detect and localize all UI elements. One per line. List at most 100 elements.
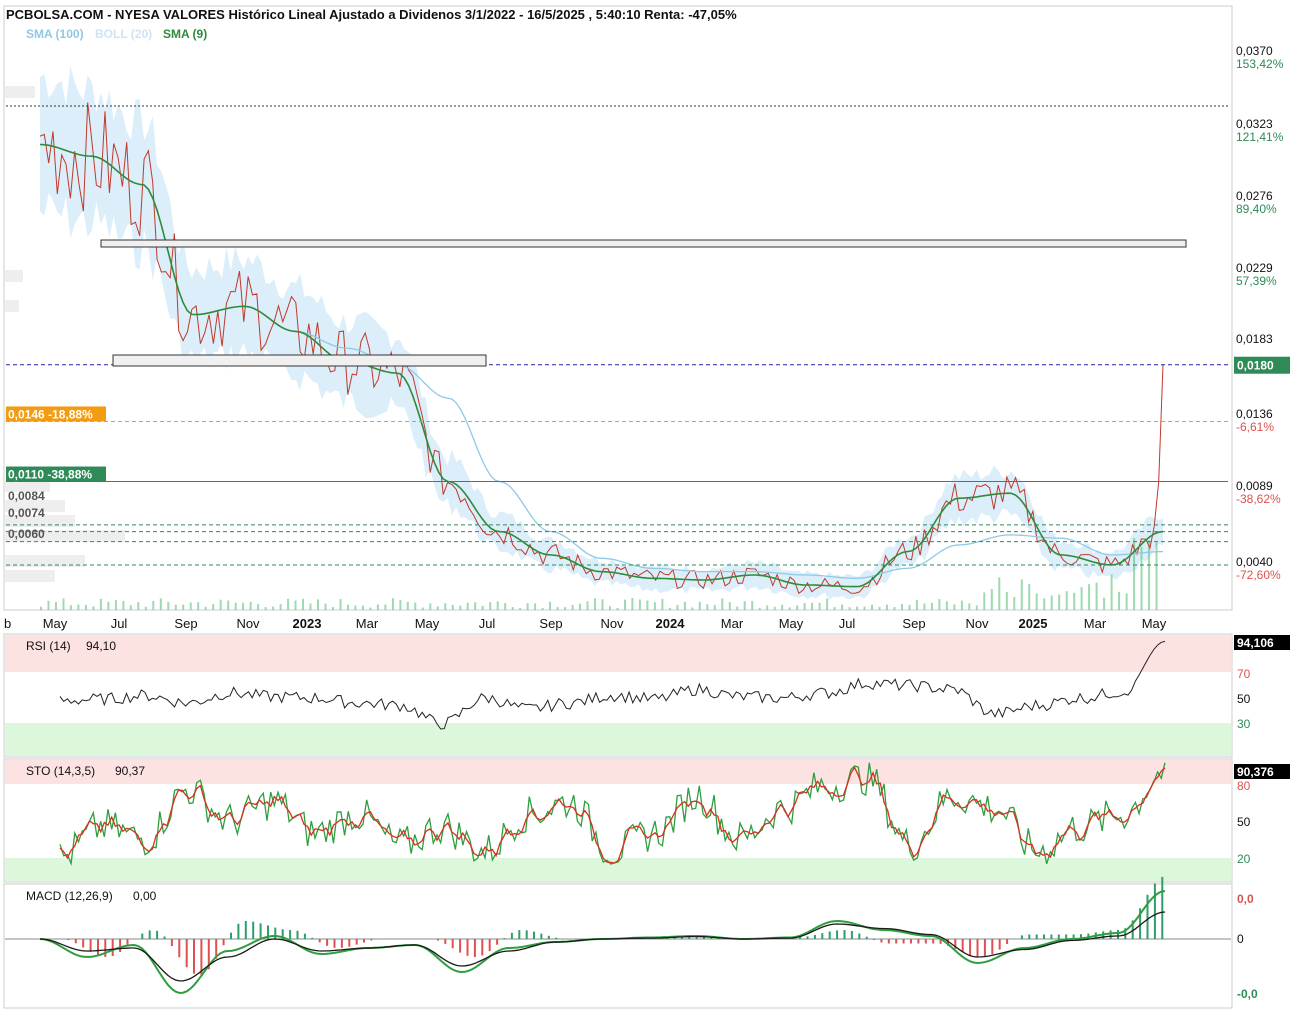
zone-rectangle-upper — [101, 240, 1186, 247]
macd-histogram-bar — [481, 939, 483, 956]
macd-histogram-bar — [866, 937, 868, 939]
volume-bar — [182, 605, 184, 610]
macd-histogram-bar — [814, 935, 816, 939]
volume-bar — [983, 593, 985, 611]
volume-bar — [834, 607, 836, 610]
volume-bar — [953, 604, 955, 610]
volume-bar — [923, 603, 925, 610]
volume-bar — [909, 605, 911, 610]
level-label: 0,0060 — [8, 527, 45, 541]
volume-bar — [354, 606, 356, 611]
rsi-level-50: 50 — [1237, 692, 1251, 706]
volume-bar — [901, 604, 903, 610]
volume-bar — [721, 599, 723, 611]
volume-bar — [594, 598, 596, 610]
macd-histogram-bar — [1110, 930, 1112, 939]
macd-histogram-bar — [341, 939, 343, 948]
macd-histogram-bar — [555, 938, 557, 939]
x-axis-label: 2024 — [656, 616, 686, 631]
macd-histogram-bar — [851, 931, 853, 939]
price-tick-pct: -72,60% — [1236, 568, 1281, 582]
volume-bar — [1141, 547, 1143, 610]
macd-histogram-bar — [200, 939, 202, 975]
volume-bar — [789, 607, 791, 610]
macd-histogram-bar — [511, 933, 513, 939]
x-axis-label: Jul — [479, 616, 496, 631]
macd-histogram-bar — [1161, 877, 1163, 939]
macd-histogram-bar — [223, 939, 225, 945]
price-tick-pct: -38,62% — [1236, 492, 1281, 506]
x-axis-label: Nov — [965, 616, 989, 631]
macd-histogram-bar — [1036, 935, 1038, 940]
volume-bar — [654, 602, 656, 610]
x-axis-label: Jul — [839, 616, 856, 631]
volume-bar — [347, 605, 349, 610]
macd-histogram-bar — [67, 939, 69, 940]
volume-bar — [661, 599, 663, 610]
volume-bar — [549, 602, 551, 610]
volume-bar — [998, 577, 1000, 610]
volume-bar — [1036, 593, 1038, 610]
macd-histogram-bar — [444, 939, 446, 944]
x-axis-label: 2025 — [1019, 616, 1048, 631]
price-tick-pct: 121,41% — [1236, 130, 1284, 144]
macd-histogram-bar — [1006, 939, 1008, 944]
macd-axis-top: 0,0 — [1237, 892, 1254, 906]
chart-title: PCBOLSA.COM - NYESA VALORES Histórico Li… — [6, 7, 737, 22]
volume-bar — [362, 606, 364, 610]
volume-bar — [197, 602, 199, 610]
volume-bar — [519, 608, 521, 610]
volume-bar — [1096, 583, 1098, 610]
volume-bar — [235, 603, 237, 610]
macd-histogram-bar — [356, 939, 358, 945]
volume-bar — [175, 605, 177, 610]
volume-bar — [781, 605, 783, 610]
macd-histogram-bar — [90, 939, 92, 952]
macd-histogram-bar — [156, 931, 158, 939]
macd-histogram-bar — [496, 939, 498, 945]
volume-bar — [220, 600, 222, 610]
volume-bar — [557, 607, 559, 610]
volume-bar — [1118, 592, 1120, 610]
x-axis-label: Jul — [111, 616, 128, 631]
macd-histogram-bar — [319, 939, 321, 942]
volume-bar — [646, 601, 648, 611]
volume-bar — [414, 603, 416, 610]
macd-histogram-bar — [540, 934, 542, 939]
volume-bar — [287, 599, 289, 610]
last-price-label: 0,0180 — [1237, 359, 1274, 373]
macd-histogram-bar — [910, 939, 912, 944]
price-tick-pct: 89,40% — [1236, 202, 1277, 216]
volume-bar — [257, 604, 259, 610]
volume-bar — [459, 606, 461, 610]
sto-overbought-zone — [5, 760, 1231, 784]
volume-bar — [332, 607, 334, 610]
volume-bar — [310, 604, 312, 611]
macd-histogram-bar — [237, 924, 239, 939]
volume-bar — [77, 605, 79, 611]
volume-bar — [122, 601, 124, 610]
macd-histogram-bar — [289, 930, 291, 939]
volume-bar — [759, 608, 761, 610]
zone-rectangle-lower — [113, 355, 486, 366]
volume-bar — [587, 601, 589, 610]
volume-bar — [429, 603, 431, 610]
volume-bar — [699, 602, 701, 610]
macd-histogram-bar — [452, 939, 454, 948]
macd-histogram-bar — [370, 939, 372, 940]
volume-bar — [392, 598, 394, 610]
macd-histogram-bar — [888, 939, 890, 944]
volume-bar — [796, 605, 798, 610]
macd-histogram-bar — [326, 939, 328, 946]
level-label: 0,0084 — [8, 489, 45, 503]
volume-bar — [811, 603, 813, 610]
stock-chart: PCBOLSA.COM - NYESA VALORES Histórico Li… — [0, 0, 1299, 1013]
volume-bar — [961, 601, 963, 610]
legend-boll: BOLL (20) — [95, 27, 152, 41]
volume-bar — [190, 602, 192, 610]
macd-histogram-bar — [141, 934, 143, 940]
macd-histogram-bar — [858, 934, 860, 940]
volume-bar — [437, 606, 439, 610]
macd-histogram-bar — [688, 937, 690, 939]
macd-histogram-bar — [149, 930, 151, 939]
